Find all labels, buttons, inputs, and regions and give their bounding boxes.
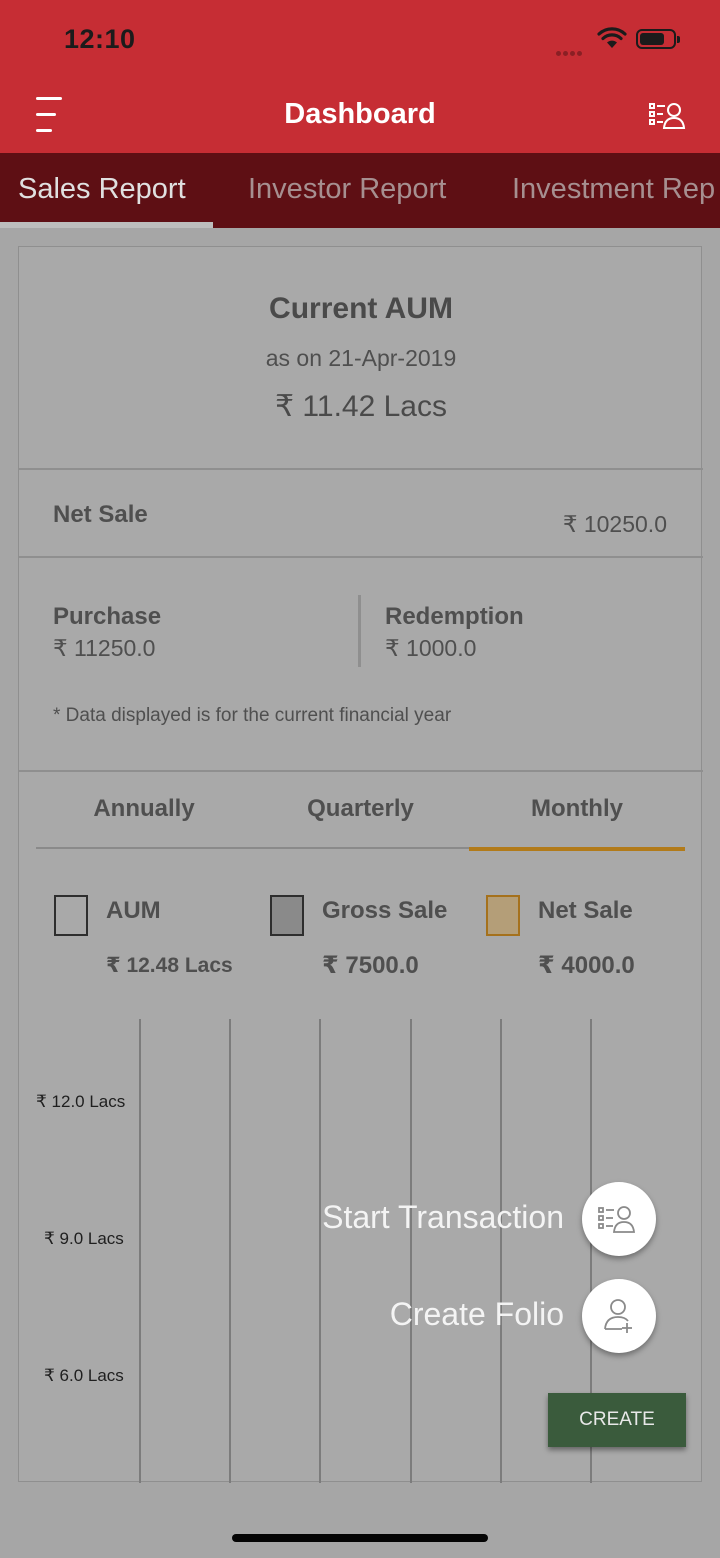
app-bar: Dashboard [0, 78, 720, 153]
signal-icon [556, 43, 588, 56]
divider [19, 468, 703, 470]
legend-swatch-gross-sale [270, 895, 304, 936]
legend-swatch-aum [54, 895, 88, 936]
redemption-value: ₹ 1000.0 [385, 635, 477, 661]
create-folio-button[interactable] [582, 1279, 656, 1353]
net-sale-label: Net Sale [53, 501, 148, 528]
period-tab-indicator [469, 847, 685, 851]
y-tick-label: ₹ 12.0 Lacs [36, 1090, 126, 1114]
legend-value-net-sale: ₹ 4000.0 [538, 952, 635, 979]
transaction-icon[interactable] [648, 100, 688, 132]
purchase-value: ₹ 11250.0 [53, 635, 156, 661]
chart-gridline [139, 1019, 141, 1483]
financial-year-note: * Data displayed is for the current fina… [53, 705, 452, 726]
chart-gridline [319, 1019, 321, 1483]
legend-swatch-net-sale [486, 895, 520, 936]
report-tabs: Sales Report Investor Report Investment … [0, 153, 720, 228]
divider [19, 556, 703, 558]
chart-gridline [500, 1019, 502, 1483]
purchase-label: Purchase [53, 603, 162, 630]
legend-label-aum: AUM [106, 897, 161, 924]
period-tab-quarterly[interactable]: Quarterly [252, 795, 469, 823]
status-time: 12:10 [64, 24, 136, 54]
chart-gridline [229, 1019, 231, 1483]
tab-sales-report[interactable]: Sales Report [18, 173, 186, 206]
tab-investment-report[interactable]: Investment Rep [512, 173, 715, 206]
net-sale-value: ₹ 10250.0 [562, 511, 667, 537]
create-button[interactable]: CREATE [548, 1393, 686, 1447]
wifi-icon [597, 27, 627, 48]
aum-date: as on 21-Apr-2019 [265, 345, 457, 371]
aum-value: ₹ 11.42 Lacs [275, 390, 447, 423]
legend-label-gross-sale: Gross Sale [322, 897, 448, 924]
chart-gridline [410, 1019, 412, 1483]
period-tab-annually[interactable]: Annually [36, 795, 252, 823]
page-title: Dashboard [284, 98, 436, 130]
vertical-divider [358, 595, 361, 667]
divider [19, 770, 703, 772]
y-tick-label: ₹ 9.0 Lacs [44, 1227, 124, 1251]
add-user-icon [604, 1299, 632, 1333]
transaction-icon [598, 1206, 635, 1233]
create-folio-label[interactable]: Create Folio [390, 1296, 564, 1333]
start-transaction-button[interactable] [582, 1182, 656, 1256]
status-bar: 12:10 [0, 0, 720, 78]
aum-title: Current AUM [269, 292, 453, 325]
legend-value-aum: ₹ 12.48 Lacs [106, 954, 233, 977]
start-transaction-label[interactable]: Start Transaction [322, 1199, 564, 1236]
tab-investor-report[interactable]: Investor Report [248, 173, 446, 206]
period-tab-monthly[interactable]: Monthly [469, 795, 685, 823]
legend-value-gross-sale: ₹ 7500.0 [322, 952, 419, 979]
battery-icon [636, 29, 680, 49]
active-tab-indicator [0, 222, 213, 228]
redemption-label: Redemption [385, 603, 524, 630]
y-tick-label: ₹ 6.0 Lacs [44, 1364, 124, 1388]
legend-label-net-sale: Net Sale [538, 897, 633, 924]
home-indicator[interactable] [232, 1534, 488, 1542]
